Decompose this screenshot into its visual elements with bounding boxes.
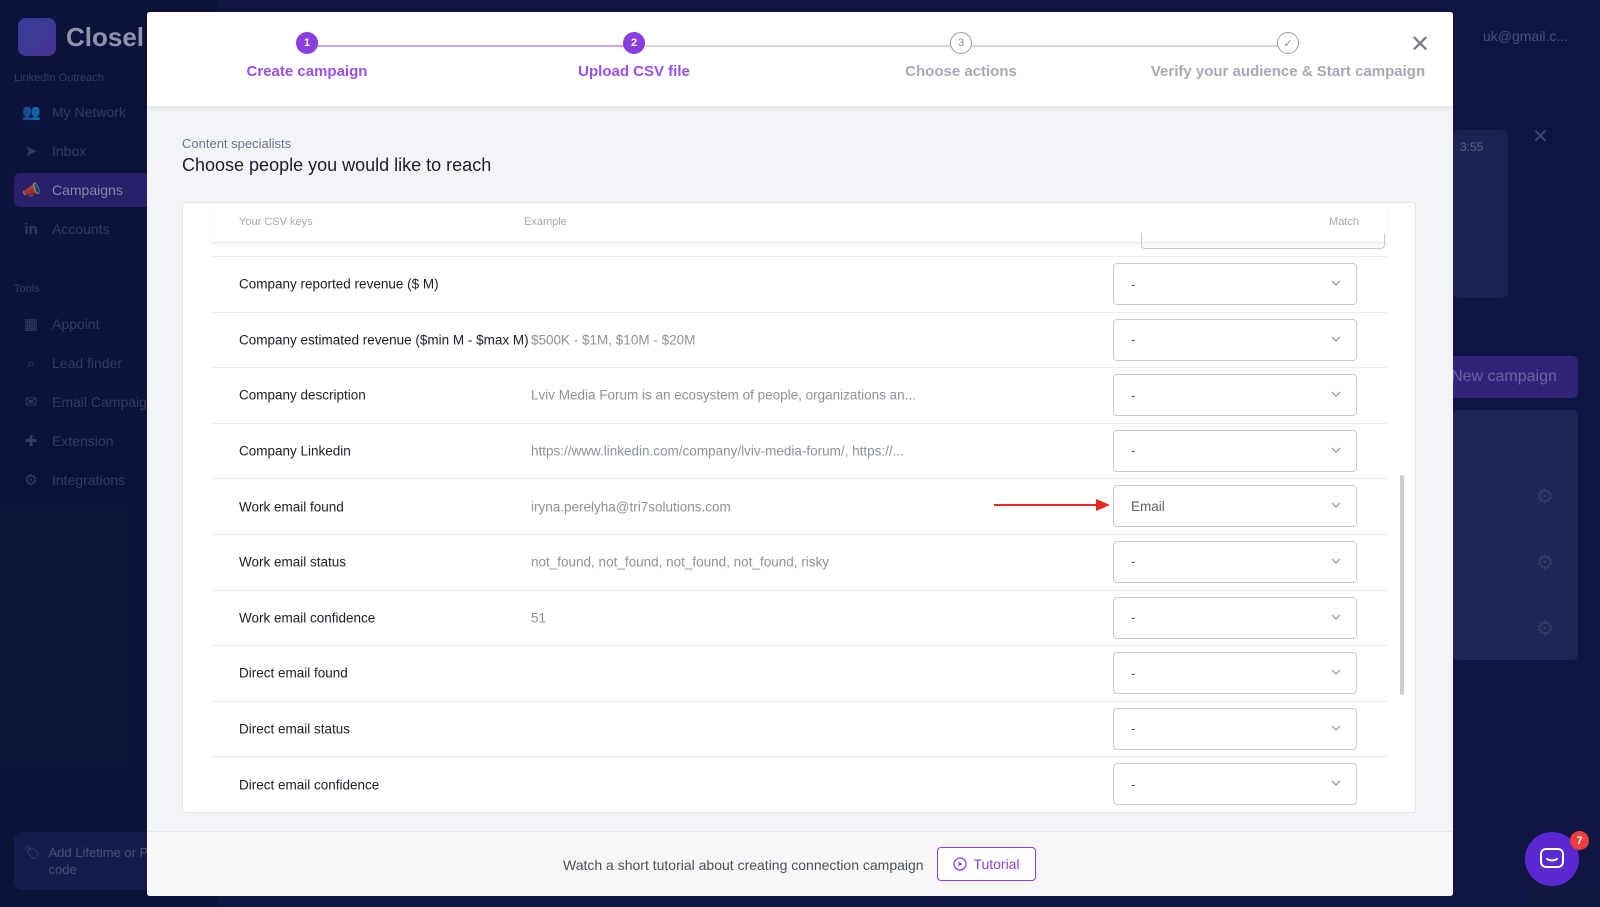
step-label: Create campaign xyxy=(246,63,368,80)
create-campaign-modal: 1 Create campaign 2 Upload CSV file 3 Ch… xyxy=(147,12,1453,896)
csv-example: not_found, not_found, not_found, not_fou… xyxy=(531,554,829,570)
match-select-value: - xyxy=(1131,332,1136,348)
match-select-value: - xyxy=(1131,387,1136,403)
csv-example: iryna.perelyha@tri7solutions.com xyxy=(531,499,731,515)
table-row: Company description Lviv Media Forum is a… xyxy=(211,367,1387,423)
step-upload-csv[interactable]: 2 Upload CSV file xyxy=(484,32,784,80)
check-icon: ✓ xyxy=(1277,32,1299,54)
match-select-value: - xyxy=(1131,443,1136,459)
chevron-down-icon xyxy=(1331,780,1341,787)
match-select[interactable]: - xyxy=(1113,429,1357,472)
step-label: Upload CSV file xyxy=(578,63,690,80)
table-body: Company reported revenue ($ M) - Company e… xyxy=(211,256,1387,812)
match-select-value: - xyxy=(1131,721,1136,737)
column-header-keys: Your CSV keys xyxy=(239,216,313,228)
step-verify-audience[interactable]: ✓ Verify your audience & Start campaign xyxy=(1138,32,1438,80)
csv-key: Work email found xyxy=(239,499,344,515)
match-select[interactable]: - xyxy=(1113,374,1357,417)
tutorial-footer: Watch a short tutorial about creating co… xyxy=(147,831,1453,896)
step-number: 2 xyxy=(623,32,645,54)
step-create-campaign[interactable]: 1 Create campaign xyxy=(157,32,457,80)
csv-key: Company estimated revenue ($min M - $max… xyxy=(239,332,529,348)
step-number: 1 xyxy=(296,32,318,54)
table-row: Direct email status - xyxy=(211,700,1387,757)
tutorial-label: Tutorial xyxy=(973,856,1020,872)
column-header-example: Example xyxy=(524,216,567,228)
step-choose-actions[interactable]: 3 Choose actions xyxy=(811,32,1111,80)
csv-example: $500K - $1M, $10M - $20M xyxy=(531,332,696,348)
csv-mapping-table: Your CSV keys Example Match Company repo… xyxy=(182,202,1416,813)
table-row: Company reported revenue ($ M) - xyxy=(211,256,1387,312)
chevron-down-icon xyxy=(1331,447,1341,453)
step-label: Choose actions xyxy=(905,63,1017,80)
chevron-down-icon xyxy=(1331,725,1341,731)
table-header: Your CSV keys Example Match xyxy=(211,203,1387,249)
match-select[interactable]: - xyxy=(1113,707,1357,750)
table-row: Direct email confidence - xyxy=(211,756,1387,812)
chevron-down-icon xyxy=(1331,614,1341,620)
chevron-down-icon xyxy=(1331,502,1341,509)
match-select[interactable]: - xyxy=(1113,318,1357,361)
chat-icon xyxy=(1540,848,1564,868)
csv-key: Direct email status xyxy=(239,721,351,737)
table-row: Company Linkedin https://www.linkedin.com… xyxy=(211,422,1387,479)
tutorial-button[interactable]: Tutorial xyxy=(937,847,1036,881)
chevron-down-icon xyxy=(1331,336,1341,342)
notification-badge: 7 xyxy=(1570,831,1589,850)
match-select[interactable]: Email xyxy=(1113,485,1357,528)
campaign-name: Content specialists xyxy=(182,136,292,151)
csv-key: Work email status xyxy=(239,554,347,570)
csv-example: https://www.linkedin.com/company/lviv-me… xyxy=(531,443,904,459)
chevron-down-icon xyxy=(1331,391,1341,398)
chevron-down-icon xyxy=(1331,280,1341,286)
step-number: 3 xyxy=(950,32,972,54)
match-select-value: - xyxy=(1131,610,1136,626)
match-select-value: - xyxy=(1131,276,1136,292)
tutorial-hint: Watch a short tutorial about creating co… xyxy=(563,857,924,873)
pointer-arrow-icon xyxy=(994,499,1110,512)
campaign-stepper: 1 Create campaign 2 Upload CSV file 3 Ch… xyxy=(147,12,1453,106)
match-select-value: - xyxy=(1131,776,1136,792)
csv-key: Direct email found xyxy=(239,665,348,681)
match-select[interactable]: - xyxy=(1113,263,1357,305)
csv-key: Company Linkedin xyxy=(239,443,351,459)
match-select[interactable]: - xyxy=(1113,652,1357,695)
scrollbar[interactable] xyxy=(1400,475,1404,695)
step-label: Verify your audience & Start campaign xyxy=(1150,63,1426,80)
chevron-down-icon xyxy=(1331,669,1341,676)
match-select-value: Email xyxy=(1131,498,1165,514)
match-select-partial[interactable] xyxy=(1141,233,1385,249)
table-row: Work email found iryna.perelyha@tri7solut… xyxy=(211,478,1387,534)
match-select[interactable]: - xyxy=(1113,596,1357,639)
csv-example: 51 xyxy=(531,610,547,626)
chevron-down-icon xyxy=(1331,558,1341,564)
match-select[interactable]: - xyxy=(1113,540,1357,583)
column-header-match: Match xyxy=(1329,216,1359,228)
csv-key: Company description xyxy=(239,387,366,403)
csv-key: Direct email confidence xyxy=(239,777,380,793)
close-icon[interactable]: ✕ xyxy=(1409,33,1431,57)
match-select[interactable]: - xyxy=(1113,763,1357,806)
csv-key: Company reported revenue ($ M) xyxy=(239,276,439,292)
csv-key: Work email confidence xyxy=(239,610,376,626)
page-title: Choose people you would like to reach xyxy=(182,155,492,175)
table-row: Work email status not_found, not_found, n… xyxy=(211,533,1387,590)
match-select-value: - xyxy=(1131,554,1136,570)
table-row: Direct email found - xyxy=(211,645,1387,701)
table-row: Company estimated revenue ($min M - $max… xyxy=(211,311,1387,368)
play-icon xyxy=(953,857,968,871)
match-select-value: - xyxy=(1131,665,1136,681)
csv-example: Lviv Media Forum is an ecosystem of peop… xyxy=(531,387,916,403)
table-row: Work email confidence 51 - xyxy=(211,589,1387,646)
